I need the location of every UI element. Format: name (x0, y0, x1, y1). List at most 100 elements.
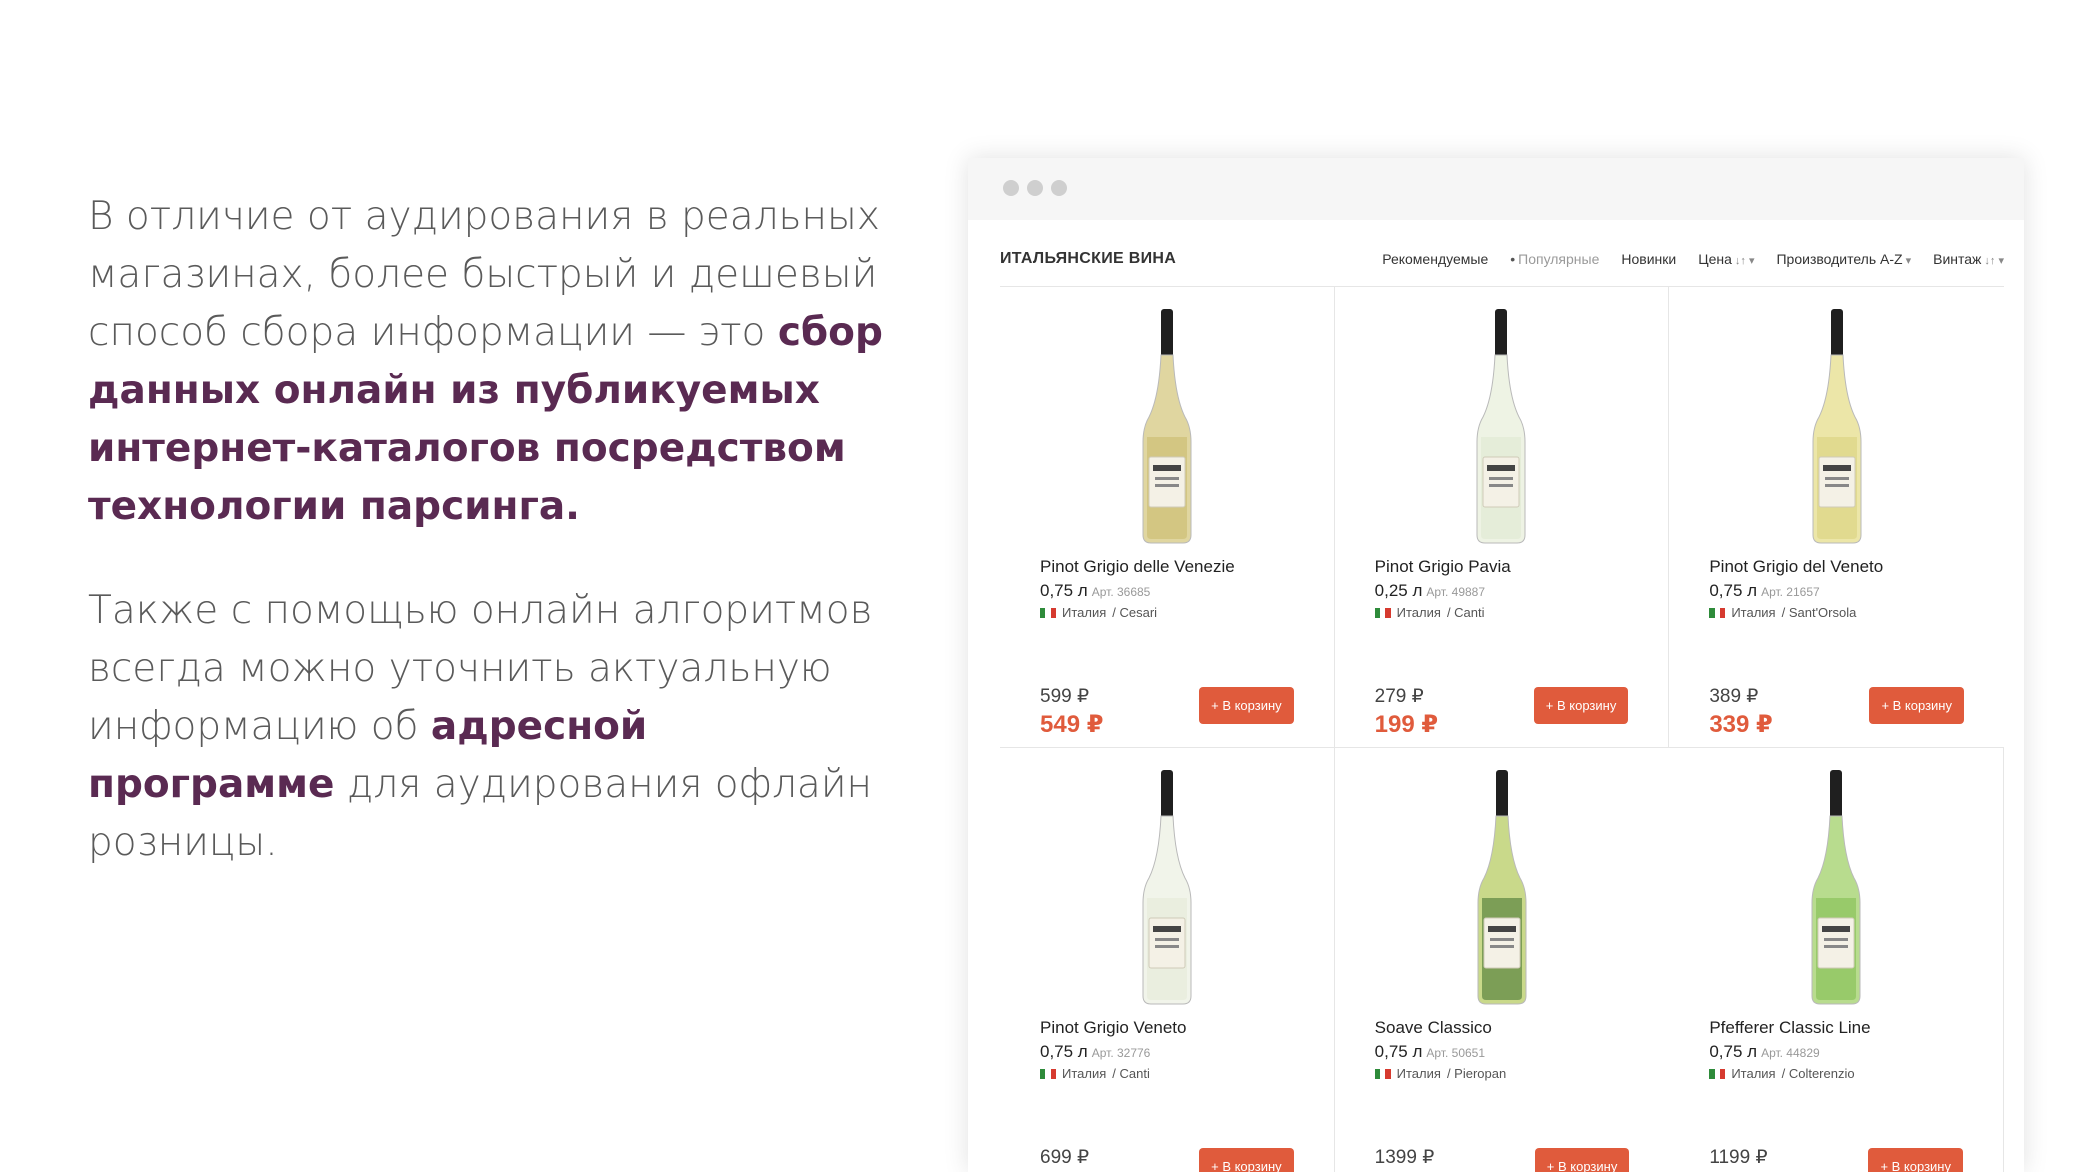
product-card[interactable]: Pinot Grigio Veneto 0,75 л Арт. 32776 Ита… (1000, 748, 1335, 1172)
price-block: 389 ₽ 339 ₽ + В корзину (1709, 685, 1964, 739)
product-name[interactable]: Pfefferer Classic Line (1709, 1018, 1983, 1038)
wine-bottle-image[interactable] (1792, 307, 1882, 547)
product-volume: 0,75 л Арт. 44829 (1709, 1042, 1820, 1061)
price-block: 599 ₽ 549 ₽ + В корзину (1040, 685, 1294, 739)
wine-bottle-icon (1142, 770, 1192, 1005)
sort-options: Рекомендуемые Популярные Новинки Цена↓↑ … (1382, 251, 2004, 267)
product-name[interactable]: Soave Classico (1375, 1018, 1650, 1038)
product-country: Италия (1062, 605, 1107, 620)
wine-bottle-image[interactable] (1457, 768, 1547, 1008)
catalog-header: ИТАЛЬЯНСКИЕ ВИНА Рекомендуемые Популярны… (1000, 232, 2004, 287)
wine-bottle-image[interactable] (1122, 768, 1212, 1008)
product-producer: / Colterenzio (1781, 1066, 1855, 1081)
product-volume: 0,75 л Арт. 36685 (1040, 581, 1151, 600)
product-country: Италия (1731, 1066, 1776, 1081)
product-producer: / Canti (1112, 1066, 1150, 1081)
product-info: Pfefferer Classic Line 0,75 л Арт. 44829 … (1709, 1018, 1983, 1081)
italy-flag-icon (1040, 1068, 1056, 1079)
slide: В отличие от аудирования в реальных мага… (0, 0, 2078, 1172)
wine-bottle-icon (1812, 309, 1862, 544)
product-country: Италия (1731, 605, 1776, 620)
catalog-title: ИТАЛЬЯНСКИЕ ВИНА (1000, 250, 1177, 267)
sort-recommended[interactable]: Рекомендуемые (1382, 251, 1488, 267)
sort-new[interactable]: Новинки (1621, 251, 1676, 267)
wine-bottle-icon (1476, 309, 1526, 544)
product-country: Италия (1396, 1066, 1441, 1081)
maximize-dot-icon[interactable] (1051, 180, 1067, 196)
catalog: ИТАЛЬЯНСКИЕ ВИНА Рекомендуемые Популярны… (968, 232, 2024, 1172)
product-article: Арт. 44829 (1761, 1046, 1820, 1060)
product-name[interactable]: Pinot Grigio del Veneto (1709, 557, 1984, 577)
chevron-down-icon: ▾ (1905, 255, 1912, 267)
paragraph-1: В отличие от аудирования в реальных мага… (88, 188, 888, 536)
p1-text: В отличие от аудирования в реальных мага… (88, 194, 880, 355)
product-info: Pinot Grigio Pavia 0,25 л Арт. 49887 Итал… (1374, 557, 1649, 620)
product-article: Арт. 49887 (1426, 585, 1486, 599)
wine-bottle-image[interactable] (1791, 768, 1881, 1008)
window-controls (1003, 180, 1067, 196)
price-block: 699 ₽ 549 ₽ + В корзину (1040, 1146, 1294, 1172)
product-article: Арт. 50651 (1426, 1046, 1486, 1060)
product-producer: / Sant'Orsola (1781, 605, 1857, 620)
sort-producer[interactable]: Производитель A-Z ▾ (1776, 251, 1911, 267)
sort-vintage[interactable]: Винтаж ↓↑ ▾ (1933, 251, 2004, 267)
product-name[interactable]: Pinot Grigio Veneto (1040, 1018, 1314, 1038)
italy-flag-icon (1374, 607, 1391, 618)
italy-flag-icon (1040, 607, 1056, 618)
product-card[interactable]: Pinot Grigio delle Venezie 0,75 л Арт. 36… (1000, 287, 1335, 747)
product-card[interactable]: Soave Classico 0,75 л Арт. 50651 Италия /… (1335, 748, 1670, 1172)
product-origin: Италия / Cesari (1040, 605, 1314, 620)
price-block: 279 ₽ 199 ₽ + В корзину (1375, 685, 1629, 739)
italy-flag-icon (1374, 1068, 1391, 1079)
sort-arrows-icon: ↓↑ ▾ (1734, 255, 1755, 267)
intro-text: В отличие от аудирования в реальных мага… (88, 188, 888, 918)
close-dot-icon[interactable] (1003, 180, 1019, 196)
product-card[interactable]: Pfefferer Classic Line 0,75 л Арт. 44829 … (1669, 748, 2004, 1172)
sort-arrows-icon: ↓↑ ▾ (1984, 255, 2004, 267)
wine-bottle-image[interactable] (1456, 307, 1546, 547)
add-to-cart-button[interactable]: + В корзину (1199, 687, 1294, 724)
product-volume: 0,25 л Арт. 49887 (1374, 581, 1486, 600)
product-country: Италия (1062, 1066, 1107, 1081)
product-info: Soave Classico 0,75 л Арт. 50651 Италия /… (1374, 1018, 1650, 1081)
product-card[interactable]: Pinot Grigio Pavia 0,25 л Арт. 49887 Итал… (1335, 287, 1670, 747)
product-producer: / Cesari (1112, 605, 1158, 620)
product-name[interactable]: Pinot Grigio Pavia (1375, 557, 1649, 577)
product-card[interactable]: Pinot Grigio del Veneto 0,75 л Арт. 21657… (1669, 287, 2004, 747)
italy-flag-icon (1709, 1068, 1726, 1079)
browser-window: ИТАЛЬЯНСКИЕ ВИНА Рекомендуемые Популярны… (968, 158, 2024, 1172)
wine-bottle-icon (1142, 309, 1192, 544)
sort-price[interactable]: Цена ↓↑ ▾ (1698, 251, 1754, 267)
italy-flag-icon (1709, 607, 1726, 618)
product-producer: / Pieropan (1446, 1066, 1507, 1081)
minimize-dot-icon[interactable] (1027, 180, 1043, 196)
product-info: Pinot Grigio del Veneto 0,75 л Арт. 21657… (1709, 557, 1984, 620)
wine-bottle-image[interactable] (1122, 307, 1212, 547)
product-origin: Италия / Canti (1374, 605, 1649, 620)
product-info: Pinot Grigio Veneto 0,75 л Арт. 32776 Ита… (1040, 1018, 1314, 1081)
product-article: Арт. 32776 (1091, 1046, 1151, 1060)
product-volume: 0,75 л Арт. 32776 (1040, 1042, 1151, 1061)
product-info: Pinot Grigio delle Venezie 0,75 л Арт. 36… (1040, 557, 1314, 620)
product-origin: Италия / Sant'Orsola (1709, 605, 1984, 620)
product-article: Арт. 36685 (1091, 585, 1151, 599)
product-country: Италия (1396, 605, 1441, 620)
product-article: Арт. 21657 (1761, 585, 1820, 599)
product-origin: Италия / Colterenzio (1709, 1066, 1983, 1081)
add-to-cart-button[interactable]: + В корзину (1199, 1148, 1294, 1172)
product-volume: 0,75 л Арт. 21657 (1709, 581, 1820, 600)
price-block: 1399 ₽ 1199 ₽ + В корзину (1375, 1146, 1630, 1172)
product-origin: Италия / Pieropan (1374, 1066, 1650, 1081)
browser-titlebar (968, 158, 2024, 220)
product-name[interactable]: Pinot Grigio delle Venezie (1040, 557, 1314, 577)
product-producer: / Canti (1446, 605, 1485, 620)
add-to-cart-button[interactable]: + В корзину (1534, 1148, 1630, 1172)
wine-bottle-icon (1811, 770, 1861, 1005)
add-to-cart-button[interactable]: + В корзину (1533, 687, 1629, 724)
paragraph-2: Также с помощью онлайн алгоритмов всегда… (88, 582, 888, 872)
sort-popular[interactable]: Популярные (1510, 251, 1599, 267)
add-to-cart-button[interactable]: + В корзину (1868, 1148, 1963, 1172)
product-origin: Италия / Canti (1040, 1066, 1314, 1081)
add-to-cart-button[interactable]: + В корзину (1869, 687, 1964, 724)
product-volume: 0,75 л Арт. 50651 (1374, 1042, 1486, 1061)
